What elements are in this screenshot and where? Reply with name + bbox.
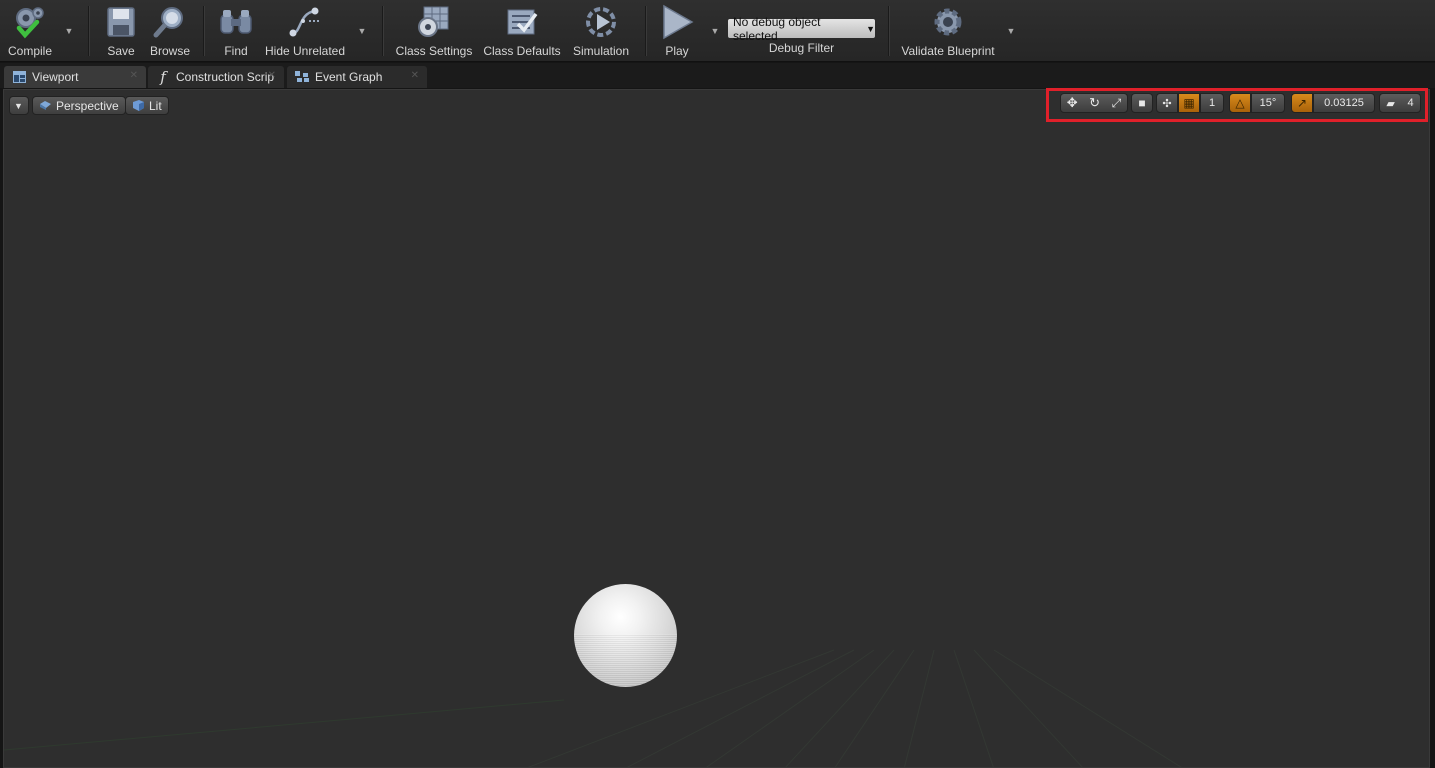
grid-snap-value-label: 1 [1208,97,1216,109]
grid-icon: ▦ [1183,96,1195,110]
main-toolbar: Compile ▼ Save Browse Find Hide Unrelate… [0,0,1435,62]
rotation-snap-value[interactable]: 15° [1251,93,1285,113]
editor-tab-bar: Viewport ✕ f Construction Scrip ✕ Event … [0,63,1435,88]
tab-label: Viewport [32,70,79,84]
lit-mode-button[interactable]: Lit [125,96,169,115]
rotate-icon[interactable]: ↻ [1089,95,1100,111]
debug-object-select[interactable]: No debug object selected ▼ [728,15,875,43]
event-graph-icon [295,70,309,84]
debug-object-value: No debug object selected [733,14,821,43]
scale-snap-value[interactable]: 0.03125 [1313,93,1375,113]
class-settings-button[interactable]: Class Settings [396,4,472,58]
toolbar-divider [382,6,383,56]
binoculars-icon [216,4,256,40]
hide-unrelated-label: Hide Unrelated [264,44,346,58]
find-label: Find [224,44,248,58]
class-defaults-icon [502,4,542,40]
save-icon [101,4,141,40]
scale-snap-value-label: 0.03125 [1324,97,1364,109]
play-icon [657,4,697,40]
scale-icon[interactable]: ⤢ [1112,96,1122,111]
simulation-button[interactable]: Simulation [572,4,630,58]
compile-label: Compile [7,44,52,58]
tab-construction-script[interactable]: f Construction Scrip ✕ [148,66,284,88]
browse-button[interactable]: Browse [148,4,192,58]
lit-sphere-icon [133,100,144,111]
save-label: Save [107,44,135,58]
transform-mode-group: ✥ ↻ ⤢ [1060,93,1128,113]
translate-icon[interactable]: ✥ [1067,95,1078,111]
validate-blueprint-button[interactable]: Validate Blueprint [900,4,996,58]
angle-icon: △ [1235,96,1245,110]
perspective-view-button[interactable]: Perspective [32,96,126,115]
hide-unrelated-button[interactable]: Hide Unrelated [264,4,346,58]
play-label: Play [665,44,689,58]
toolbar-divider [88,6,89,56]
hide-unrelated-chevron-icon[interactable]: ▼ [356,26,368,36]
simulation-icon [581,4,621,40]
viewport-window-icon [12,70,26,84]
class-settings-icon [414,4,454,40]
class-defaults-label: Class Defaults [483,44,561,58]
compile-button[interactable]: Compile [6,4,54,58]
play-button[interactable]: Play [656,4,698,58]
class-settings-label: Class Settings [395,44,473,58]
hide-unrelated-icon [285,4,325,40]
close-icon[interactable]: ✕ [268,70,276,81]
browse-magnifier-icon [150,4,190,40]
viewport-options-menu[interactable]: ▼ [9,96,29,115]
validate-options-chevron-icon[interactable]: ▼ [1005,26,1017,36]
world-local-toggle[interactable]: ■ [1131,93,1153,113]
camera-speed-button[interactable]: ▰ 4 [1379,93,1421,113]
find-button[interactable]: Find [216,4,256,58]
scale-snap-toggle[interactable]: ↗ [1291,93,1313,113]
toolbar-divider [645,6,646,56]
close-icon[interactable]: ✕ [411,70,419,81]
rotation-snap-value-label: 15° [1259,97,1277,109]
tab-label: Construction Scrip [176,70,275,84]
browse-label: Browse [149,44,190,58]
scale-arrow-icon: ↗ [1296,96,1308,110]
viewport-canvas[interactable]: ▼ Perspective Lit [3,89,1430,768]
ground-grid [4,649,1182,767]
camera-speed-label: 4 [1407,97,1414,109]
grid-snap-value[interactable]: 1 [1200,93,1224,113]
rotation-snap-toggle[interactable]: △ [1229,93,1251,113]
compile-options-chevron-icon[interactable]: ▼ [63,26,75,36]
simulation-label: Simulation [572,44,630,58]
sphere-mesh[interactable] [574,584,677,687]
validate-gear-icon [928,4,968,40]
function-icon: f [160,68,166,86]
debug-caret-icon: ▼ [866,23,875,34]
class-defaults-button[interactable]: Class Defaults [483,4,561,58]
grid-snap-toggle[interactable]: ▦ [1178,93,1200,113]
camera-icon: ▰ [1386,97,1395,110]
world-cube-icon: ■ [1138,96,1146,110]
chevron-down-icon: ▼ [14,100,23,111]
toolbar-divider [888,6,889,56]
tab-event-graph[interactable]: Event Graph ✕ [287,66,427,88]
debug-filter-label: Debug Filter [768,41,835,55]
surface-snap-toggle[interactable]: ✣ [1156,93,1178,113]
save-button[interactable]: Save [101,4,141,58]
compile-icon [10,4,50,40]
tab-viewport[interactable]: Viewport ✕ [4,66,146,88]
validate-blueprint-label: Validate Blueprint [901,44,995,58]
toolbar-divider [203,6,204,56]
close-icon[interactable]: ✕ [130,70,138,81]
perspective-cube-icon [40,101,51,110]
play-options-chevron-icon[interactable]: ▼ [709,26,721,36]
surface-snap-icon: ✣ [1162,97,1172,110]
lit-label: Lit [149,98,162,113]
perspective-label: Perspective [56,98,119,113]
tab-label: Event Graph [315,70,383,84]
